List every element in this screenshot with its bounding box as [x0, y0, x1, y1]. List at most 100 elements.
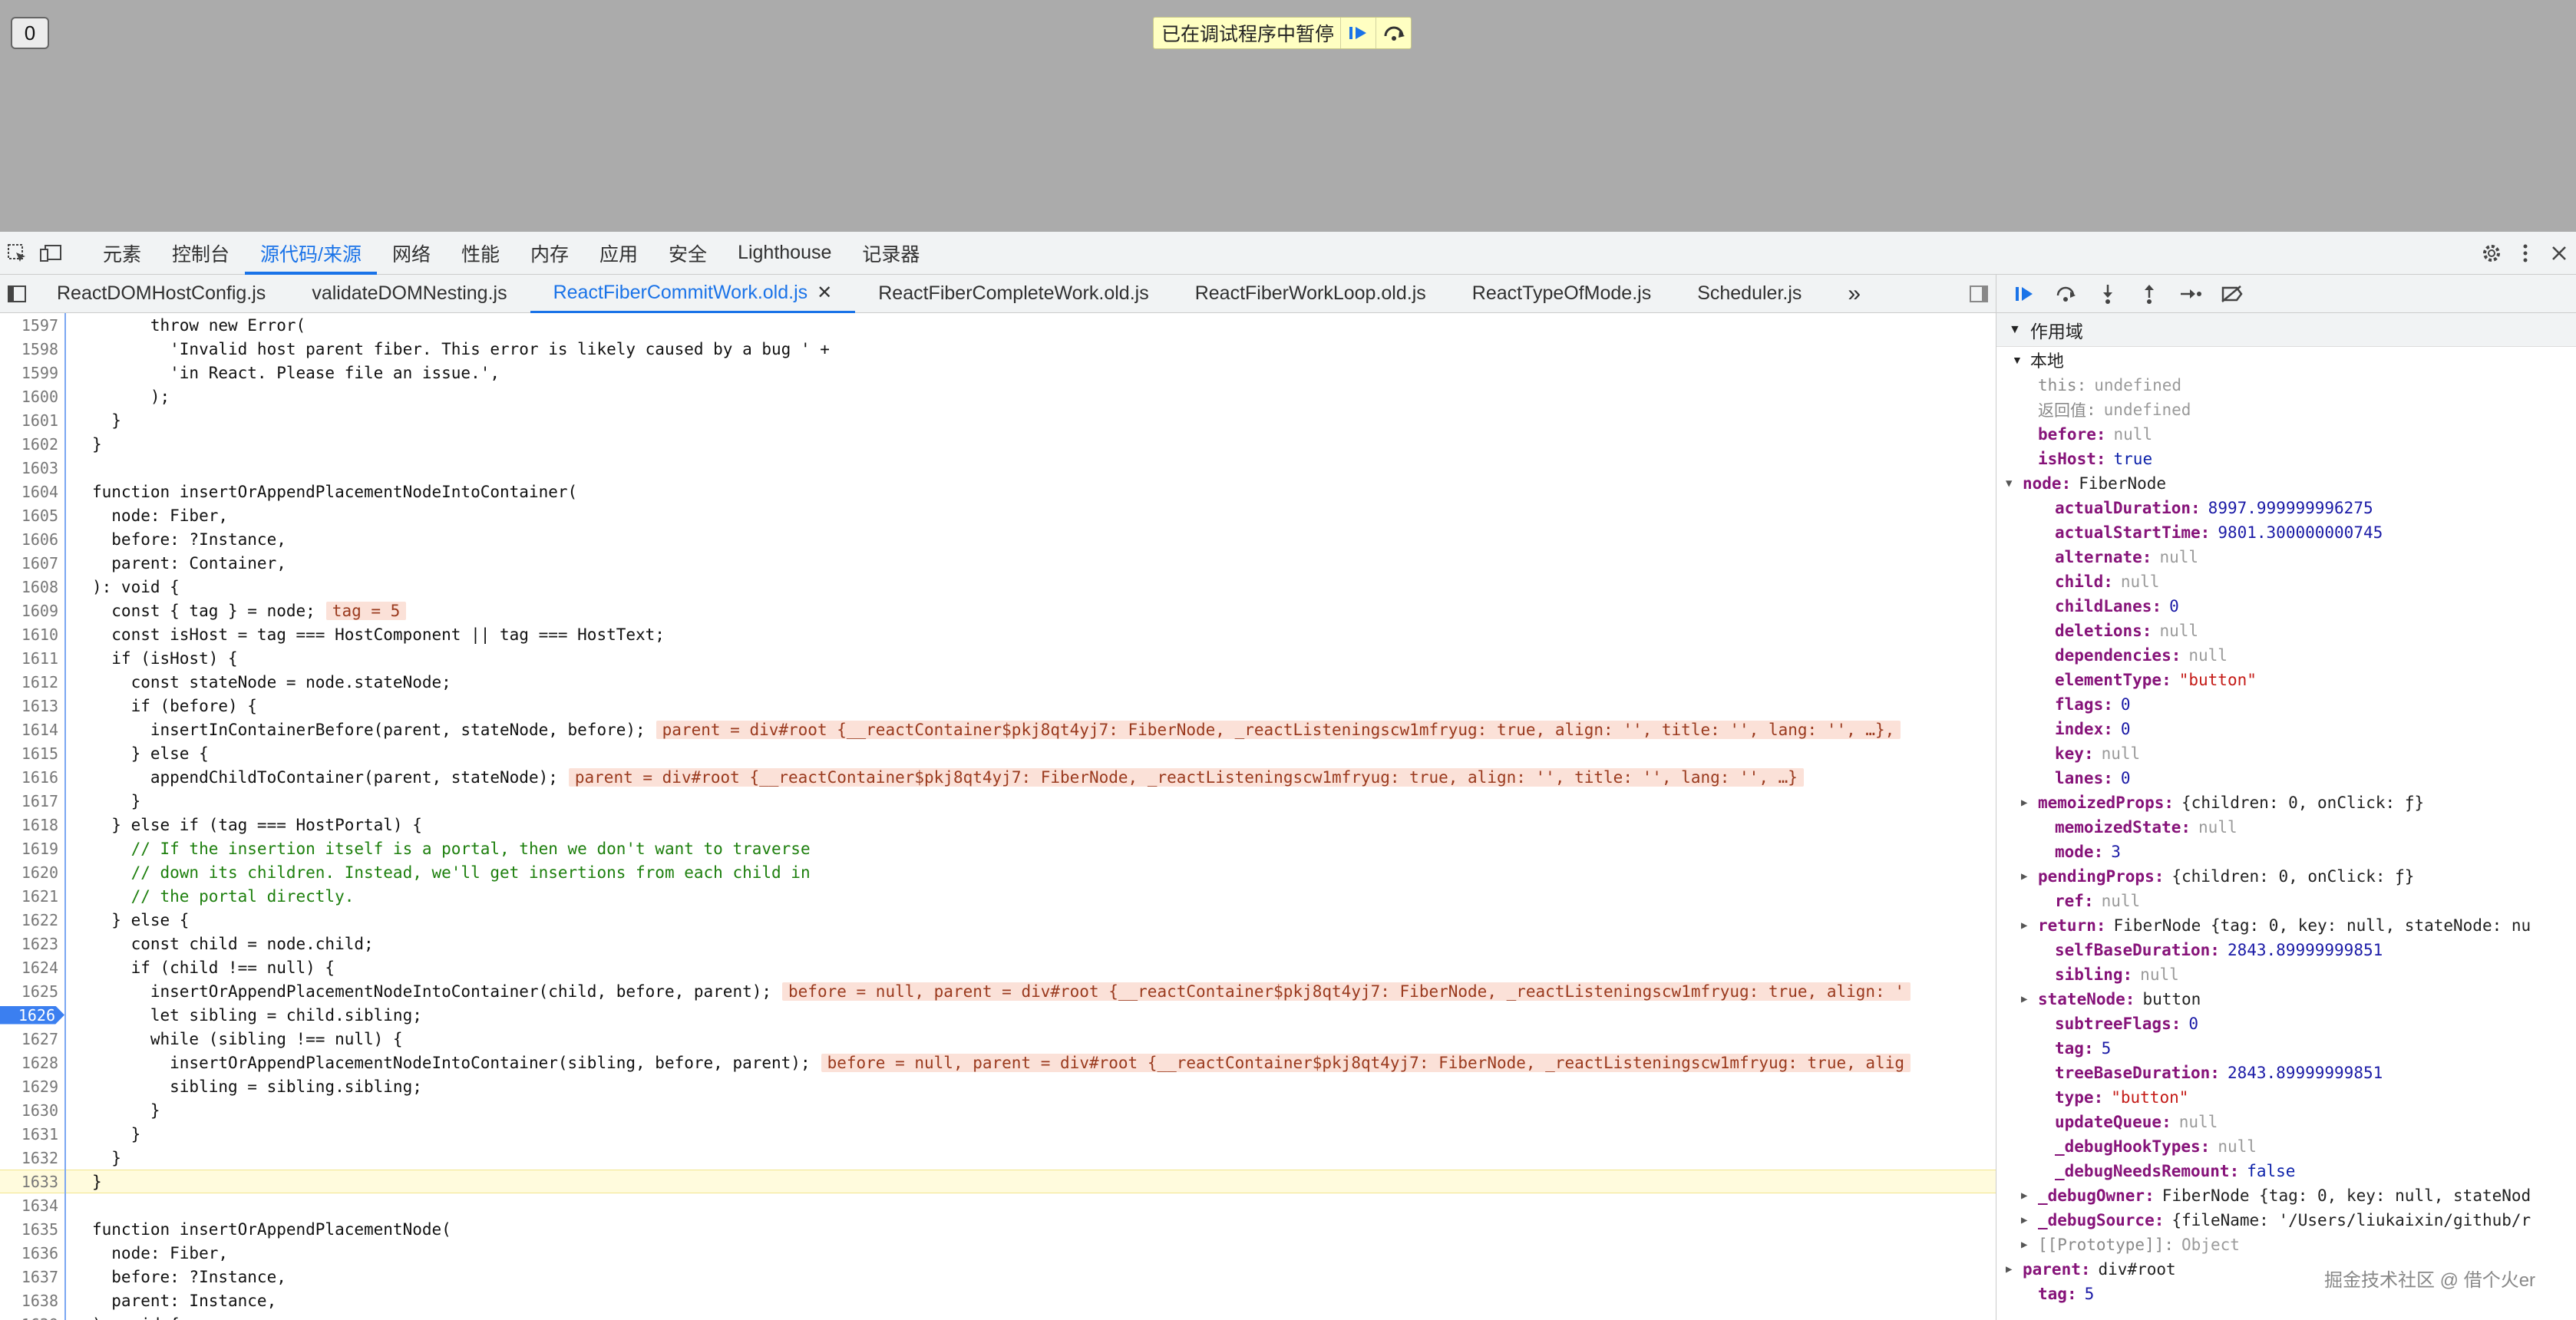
step-into-icon[interactable] [2087, 275, 2129, 313]
line-number[interactable]: 1639 [0, 1315, 64, 1320]
line-number[interactable]: 1608 [0, 578, 64, 596]
line-number[interactable]: 1607 [0, 554, 64, 573]
devtools-tab[interactable]: Lighthouse [722, 232, 847, 275]
expand-triangle-icon[interactable]: ▶ [2021, 1239, 2038, 1251]
expand-triangle-icon[interactable]: ▶ [2021, 1190, 2038, 1202]
settings-gear-icon[interactable] [2475, 232, 2508, 275]
expand-triangle-icon[interactable]: ▶ [2021, 797, 2038, 809]
expanded-triangle-icon[interactable]: ▼ [2006, 477, 2023, 490]
line-number[interactable]: 1638 [0, 1292, 64, 1310]
deactivate-breakpoints-icon[interactable] [2211, 275, 2253, 313]
line-number[interactable]: 1620 [0, 863, 64, 882]
line-number[interactable]: 1637 [0, 1268, 64, 1286]
line-number[interactable]: 1598 [0, 340, 64, 358]
line-number[interactable]: 1635 [0, 1220, 64, 1239]
line-number[interactable]: 1624 [0, 959, 64, 977]
scope-property[interactable]: ▶ memoizedProps: {children: 0, onClick: ƒ} [1996, 790, 2576, 815]
scope-property[interactable]: ▶ _debugOwner: FiberNode {tag: 0, key: nul… [1996, 1183, 2576, 1208]
line-number[interactable]: 1609 [0, 602, 64, 620]
scope-property[interactable]: ▶ stateNode: button [1996, 987, 2576, 1011]
expand-triangle-icon[interactable]: ▶ [2006, 1263, 2023, 1275]
line-number[interactable]: 1601 [0, 411, 64, 430]
inline-value[interactable]: before = null, parent = div#root {__reac… [821, 1053, 1911, 1072]
line-number[interactable]: 1616 [0, 768, 64, 787]
line-number[interactable]: 1615 [0, 744, 64, 763]
close-tab-icon[interactable]: ✕ [817, 282, 832, 304]
line-number[interactable]: 1623 [0, 935, 64, 953]
devtools-tab[interactable]: 性能 [446, 232, 515, 275]
local-scope-header[interactable]: ▼ 本地 [1996, 347, 2576, 373]
line-number[interactable]: 1619 [0, 840, 64, 858]
line-number[interactable]: 1625 [0, 982, 64, 1001]
line-number[interactable]: 1629 [0, 1077, 64, 1096]
count-button[interactable]: 0 [11, 17, 49, 49]
inspect-element-icon[interactable] [0, 232, 34, 275]
file-tab[interactable]: ReactFiberWorkLoop.old.js [1172, 275, 1449, 313]
line-number[interactable]: 1599 [0, 364, 64, 382]
line-number[interactable]: 1614 [0, 721, 64, 739]
devtools-tab[interactable]: 记录器 [847, 232, 935, 275]
devtools-tab[interactable]: 应用 [584, 232, 653, 275]
line-number[interactable]: 1612 [0, 673, 64, 691]
devtools-tab[interactable]: 安全 [653, 232, 722, 275]
device-toggle-icon[interactable] [34, 232, 68, 275]
line-number[interactable]: 1604 [0, 483, 64, 501]
line-number[interactable]: 1597 [0, 316, 64, 335]
line-number[interactable]: 1628 [0, 1054, 64, 1072]
inline-value[interactable]: tag = 5 [325, 601, 407, 620]
line-number[interactable]: 1621 [0, 887, 64, 906]
expand-triangle-icon[interactable]: ▶ [2021, 993, 2038, 1005]
file-tab[interactable]: ReactFiberCompleteWork.old.js [855, 275, 1171, 313]
line-number[interactable]: 1631 [0, 1125, 64, 1143]
line-number[interactable]: 1627 [0, 1030, 64, 1048]
resume-execution-icon[interactable] [2004, 275, 2046, 313]
expand-triangle-icon[interactable]: ▶ [2021, 870, 2038, 883]
file-tab[interactable]: ReactTypeOfMode.js [1449, 275, 1674, 313]
devtools-tab[interactable]: 源代码/来源 [245, 232, 377, 275]
inline-value[interactable]: parent = div#root {__reactContainer$pkj8… [656, 720, 1901, 739]
scope-header[interactable]: ▼ 作用域 [1996, 313, 2576, 347]
toggle-debugger-icon[interactable] [1962, 275, 1996, 313]
expand-triangle-icon[interactable]: ▶ [2021, 919, 2038, 932]
file-tab[interactable]: ReactFiberCommitWork.old.js ✕ [530, 275, 856, 313]
step-over-icon[interactable] [1376, 18, 1411, 48]
more-tabs-chevron-icon[interactable]: » [1825, 275, 1884, 313]
line-number[interactable]: 1633 [0, 1173, 64, 1191]
line-number[interactable]: 1605 [0, 507, 64, 525]
scope-property[interactable]: ▼ node: FiberNode [1996, 471, 2576, 496]
step-over-icon[interactable] [2046, 275, 2087, 313]
inline-value[interactable]: before = null, parent = div#root {__reac… [782, 982, 1911, 1001]
breakpoint-line-number[interactable]: 1626 [0, 1005, 64, 1025]
file-tab[interactable]: validateDOMNesting.js [289, 275, 530, 313]
line-number[interactable]: 1600 [0, 388, 64, 406]
more-options-icon[interactable] [2508, 232, 2542, 275]
devtools-tab[interactable]: 内存 [515, 232, 584, 275]
line-number[interactable]: 1634 [0, 1196, 64, 1215]
resume-icon[interactable] [1340, 18, 1376, 48]
line-number[interactable]: 1602 [0, 435, 64, 454]
devtools-tab[interactable]: 网络 [377, 232, 446, 275]
scope-property[interactable]: ▶ [[Prototype]]: Object [1996, 1233, 2576, 1257]
line-number[interactable]: 1630 [0, 1101, 64, 1120]
scope-property[interactable]: ▶ return: FiberNode {tag: 0, key: null, st… [1996, 913, 2576, 938]
devtools-tab[interactable]: 控制台 [157, 232, 245, 275]
line-number[interactable]: 1611 [0, 649, 64, 668]
line-number[interactable]: 1603 [0, 459, 64, 477]
step-out-icon[interactable] [2129, 275, 2170, 313]
line-number[interactable]: 1617 [0, 792, 64, 810]
scope-property[interactable]: ▶ _debugSource: {fileName: '/Users/liukaix… [1996, 1208, 2576, 1233]
line-number[interactable]: 1636 [0, 1244, 64, 1262]
toggle-navigator-icon[interactable] [0, 275, 34, 313]
devtools-tab[interactable]: 元素 [88, 232, 157, 275]
step-icon[interactable] [2170, 275, 2211, 313]
scope-property[interactable]: ▶ pendingProps: {children: 0, onClick: ƒ} [1996, 864, 2576, 889]
file-tab[interactable]: ReactDOMHostConfig.js [34, 275, 289, 313]
line-number[interactable]: 1618 [0, 816, 64, 834]
file-tab[interactable]: Scheduler.js [1674, 275, 1825, 313]
expand-triangle-icon[interactable]: ▶ [2021, 1214, 2038, 1226]
line-number[interactable]: 1610 [0, 625, 64, 644]
line-number[interactable]: 1632 [0, 1149, 64, 1167]
line-number[interactable]: 1622 [0, 911, 64, 929]
close-devtools-icon[interactable] [2542, 232, 2576, 275]
line-number[interactable]: 1613 [0, 697, 64, 715]
